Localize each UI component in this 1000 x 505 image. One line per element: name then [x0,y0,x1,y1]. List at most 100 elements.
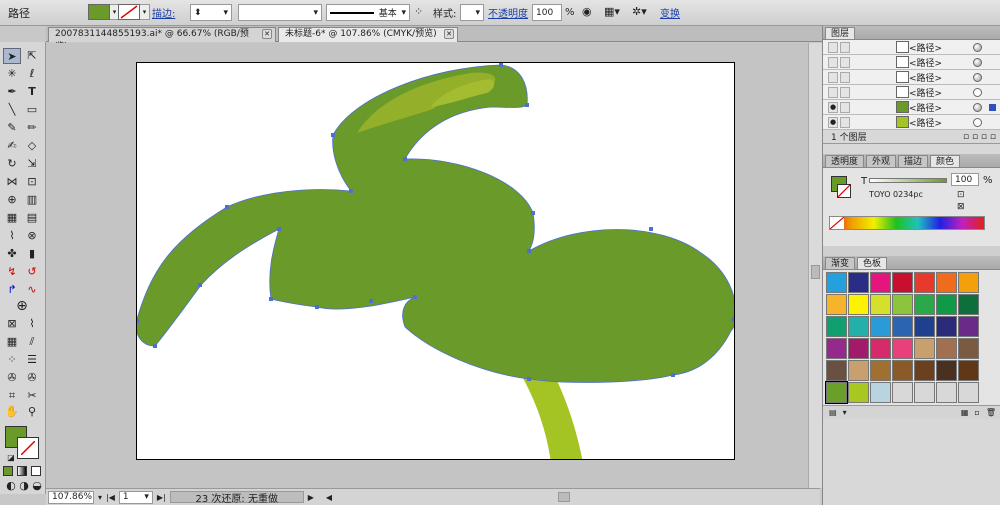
list-tool-icon[interactable]: ☰ [23,352,41,368]
recolor-artwork-icon[interactable]: ◉ [582,5,592,18]
symbol-sprayer-tool-icon[interactable]: ✤ [3,246,21,262]
knife-tool-icon[interactable]: ✂ [23,388,41,404]
swatch-cell[interactable] [958,338,979,359]
pen-tool-icon[interactable]: ✒ [3,84,21,100]
sprayer-tool-icon[interactable]: ⁘ [3,352,21,368]
tab-swatches[interactable]: 色板 [857,257,888,269]
swatch-library-icon[interactable]: ▤ [829,408,837,417]
target-icon[interactable] [973,72,982,82]
close-icon[interactable]: ✕ [262,29,272,39]
graph-tool-icon[interactable]: ▦ [3,334,21,350]
magic-wand-tool-icon[interactable]: ✳ [3,66,21,82]
target-icon[interactable] [973,42,982,52]
swatch-cell[interactable] [848,338,869,359]
swatch-cell[interactable] [870,360,891,381]
color-stroke-swatch[interactable] [837,184,851,198]
fill-color-swatch[interactable] [88,4,110,20]
layer-footer-icons[interactable]: ▫ ▫ ▫ ▫ [963,132,996,142]
swatch-cell[interactable] [936,338,957,359]
slice-tool-icon[interactable]: ⫽ [23,334,41,350]
web-safe-icon[interactable]: ⊠ [957,202,965,212]
live-paint-bucket-tool-icon[interactable]: ✇ [3,370,21,386]
swatch-cell[interactable] [892,316,913,337]
vertical-scrollbar[interactable] [808,43,822,488]
lock-toggle[interactable] [840,41,850,53]
target-icon[interactable] [973,102,982,112]
variable-width-field[interactable]: ▾ [238,4,322,21]
layer-row[interactable]: ● <路径> [823,115,1000,130]
status-message-box[interactable]: 23 次还原: 无重做 [169,491,304,505]
none-mode-button[interactable] [31,466,41,476]
pencil-tool-icon[interactable]: ✏ [23,120,41,136]
rotate-tool-icon[interactable]: ↻ [3,156,21,172]
custom-wave-tool-icon[interactable]: ∿ [23,282,41,298]
visibility-toggle[interactable] [828,56,838,68]
type-tool-icon[interactable]: T [23,84,41,100]
page-field[interactable]: 1 ▾ [118,490,153,504]
swatch-cell[interactable] [936,382,957,403]
layer-row-selected[interactable]: ● <路径> [823,100,1000,115]
gamut-warning-icon[interactable]: ⊡ [957,190,965,200]
swatch-options-icon[interactable]: ▦ [961,408,969,417]
tab-gradient[interactable]: 渐变 [825,257,856,269]
lasso-tool-icon[interactable]: ℓ [23,66,41,82]
draw-inside-icon[interactable]: ◒ [28,478,46,494]
scroll-left-icon[interactable]: ◀ [326,493,332,502]
swatch-cell[interactable] [958,316,979,337]
swatch-cell[interactable] [892,294,913,315]
stroke-weight-field[interactable]: ⬍ ▾ [190,4,232,21]
brush-options-icon[interactable]: ⁘ [414,5,423,18]
perspective-grid-tool-icon[interactable]: ▥ [23,192,41,208]
new-swatch-icon[interactable]: ▫ [974,408,979,417]
lock-toggle[interactable] [840,71,850,83]
rectangle-tool-icon[interactable]: ▭ [23,102,41,118]
tab-document-2[interactable]: 未标题-6* @ 107.86% (CMYK/预览) ✕ [278,27,458,42]
gradient-tool-icon[interactable]: ▤ [23,210,41,226]
tab-color[interactable]: 颜色 [930,155,961,167]
swatch-cell[interactable] [848,382,869,403]
target-icon[interactable] [973,87,982,97]
zoom-tool-icon[interactable]: ⚲ [23,404,41,420]
swatch-cell[interactable] [892,382,913,403]
layer-row[interactable]: <路径> [823,55,1000,70]
width-tool-icon[interactable]: ⋈ [3,174,21,190]
swatch-cell[interactable] [914,360,935,381]
paintbrush-tool-icon[interactable]: ✎ [3,120,21,136]
visibility-toggle[interactable] [828,41,838,53]
swatch-cell[interactable] [870,272,891,293]
seedling-artwork[interactable] [137,63,735,460]
graphic-style-field[interactable]: ▾ [460,4,484,21]
custom-join-tool-icon[interactable]: ↱ [3,282,21,298]
transform-link[interactable]: 变换 [660,5,680,20]
swatch-cell[interactable] [914,338,935,359]
stroke-label[interactable]: 描边: [152,5,175,20]
close-icon[interactable]: ✕ [444,29,454,39]
line-tool-icon[interactable]: ╲ [3,102,21,118]
none-color-icon[interactable] [829,216,845,230]
tint-slider[interactable] [869,178,947,183]
stroke-swatch[interactable] [17,437,39,459]
trash-icon[interactable]: 🗑 [986,408,996,417]
layer-row[interactable]: <路径> [823,40,1000,55]
scale-tool-icon[interactable]: ⇲ [23,156,41,172]
default-colors-icon[interactable]: ◪ [2,450,20,466]
layer-row[interactable]: <路径> [823,70,1000,85]
color-mode-button[interactable] [3,466,13,476]
tab-document-1[interactable]: 2007831144855193.ai* @ 66.67% (RGB/预览)✕ [48,27,276,52]
swatch-cell[interactable] [914,272,935,293]
live-paint-selection-tool-icon[interactable]: ✇ [23,370,41,386]
custom-curve-tool-icon[interactable]: ↺ [23,264,41,280]
target-icon[interactable] [973,117,982,127]
swatch-cell[interactable] [958,360,979,381]
swatch-cell[interactable] [826,316,847,337]
leaf-shape[interactable] [137,64,735,383]
eye-icon[interactable]: ● [828,116,838,128]
swatch-cell[interactable] [892,338,913,359]
crop-tool-icon[interactable]: ⌗ [3,388,21,404]
blob-brush-tool-icon[interactable]: ✍ [3,138,21,154]
opacity-label[interactable]: 不透明度 [488,5,528,20]
visibility-toggle[interactable] [828,86,838,98]
lock-toggle[interactable] [840,86,850,98]
column-graph-tool-icon[interactable]: ▮ [23,246,41,262]
artboard-tool-icon[interactable]: ⊠ [3,316,21,332]
